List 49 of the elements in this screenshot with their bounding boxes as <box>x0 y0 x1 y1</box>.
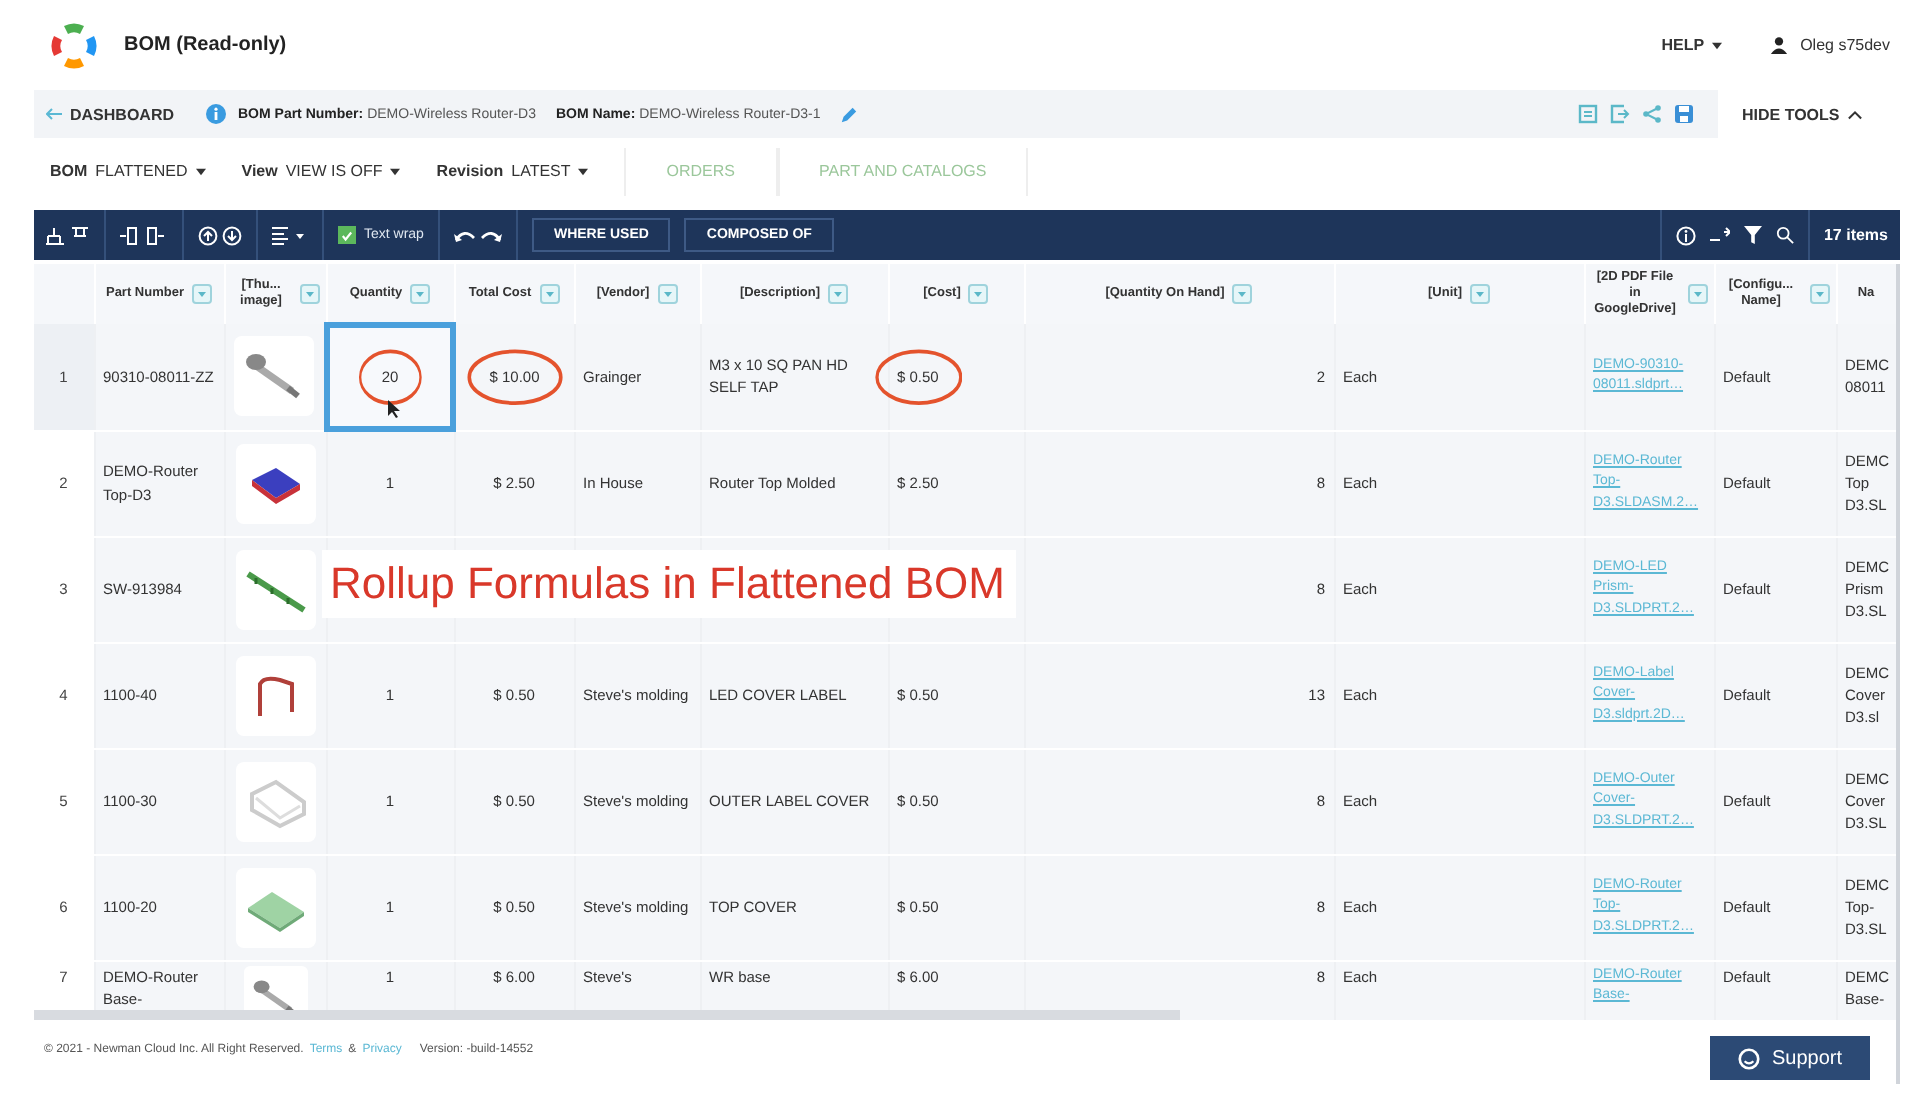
support-button[interactable]: Support <box>1709 1036 1870 1080</box>
chevron-up-icon <box>1847 109 1862 119</box>
column-menu-icon[interactable] <box>1809 284 1829 304</box>
caret-icon <box>578 167 589 175</box>
columns-icon[interactable] <box>120 225 168 245</box>
filter-dropdown[interactable]: View VIEW IS OFF <box>241 162 401 180</box>
column-menu-icon[interactable] <box>299 284 319 304</box>
export-icon[interactable] <box>1610 104 1630 124</box>
annotation-caption: Rollup Formulas in Flattened BOM <box>322 550 1017 618</box>
filter-dropdown[interactable]: Revision LATEST <box>436 162 589 180</box>
column-menu-icon[interactable] <box>192 284 212 304</box>
column-menu-icon[interactable] <box>968 284 989 304</box>
table-icon[interactable] <box>1578 104 1598 124</box>
vertical-scrollbar[interactable] <box>1896 264 1900 1084</box>
user-name[interactable]: Oleg s75dev <box>1800 36 1890 54</box>
align-menu-icon[interactable] <box>272 225 308 245</box>
back-arrow-icon <box>46 108 62 120</box>
column-menu-icon[interactable] <box>539 284 560 304</box>
info-icon[interactable] <box>1675 225 1696 245</box>
logo <box>48 19 100 71</box>
info-icon <box>206 104 226 124</box>
chat-icon <box>1737 1047 1760 1069</box>
cursor-icon <box>388 400 400 418</box>
caret-icon <box>1712 41 1723 49</box>
user-icon <box>1770 36 1789 54</box>
pencil-icon[interactable] <box>840 105 859 123</box>
swap-icon[interactable] <box>1709 225 1730 245</box>
column-menu-icon[interactable] <box>410 283 431 303</box>
search-icon[interactable] <box>1775 226 1794 244</box>
filter-dropdown[interactable]: BOM FLATTENED <box>50 162 206 180</box>
filter-icon[interactable] <box>1743 226 1762 244</box>
share-icon[interactable] <box>1642 104 1662 124</box>
column-menu-icon[interactable] <box>828 284 849 304</box>
hide-tools-button[interactable]: HIDE TOOLS <box>1742 105 1862 123</box>
check-icon <box>340 227 354 243</box>
save-icon[interactable] <box>1674 104 1694 124</box>
column-menu-icon[interactable] <box>657 284 678 304</box>
column-menu-icon[interactable] <box>1469 284 1490 304</box>
item-count: 17 items <box>1823 226 1888 244</box>
dashboard-link[interactable]: DASHBOARD <box>46 105 174 123</box>
app-title: BOM (Read-only) <box>124 34 287 56</box>
up-down-icon[interactable] <box>198 225 242 245</box>
caret-icon <box>195 167 206 175</box>
column-menu-icon[interactable] <box>1687 283 1707 304</box>
caret-icon <box>390 167 401 175</box>
horizontal-scrollbar[interactable] <box>34 1010 1180 1020</box>
help-menu[interactable]: HELP <box>1661 36 1723 54</box>
column-menu-icon[interactable] <box>1232 284 1253 304</box>
hierarchy-icon[interactable] <box>46 225 90 245</box>
